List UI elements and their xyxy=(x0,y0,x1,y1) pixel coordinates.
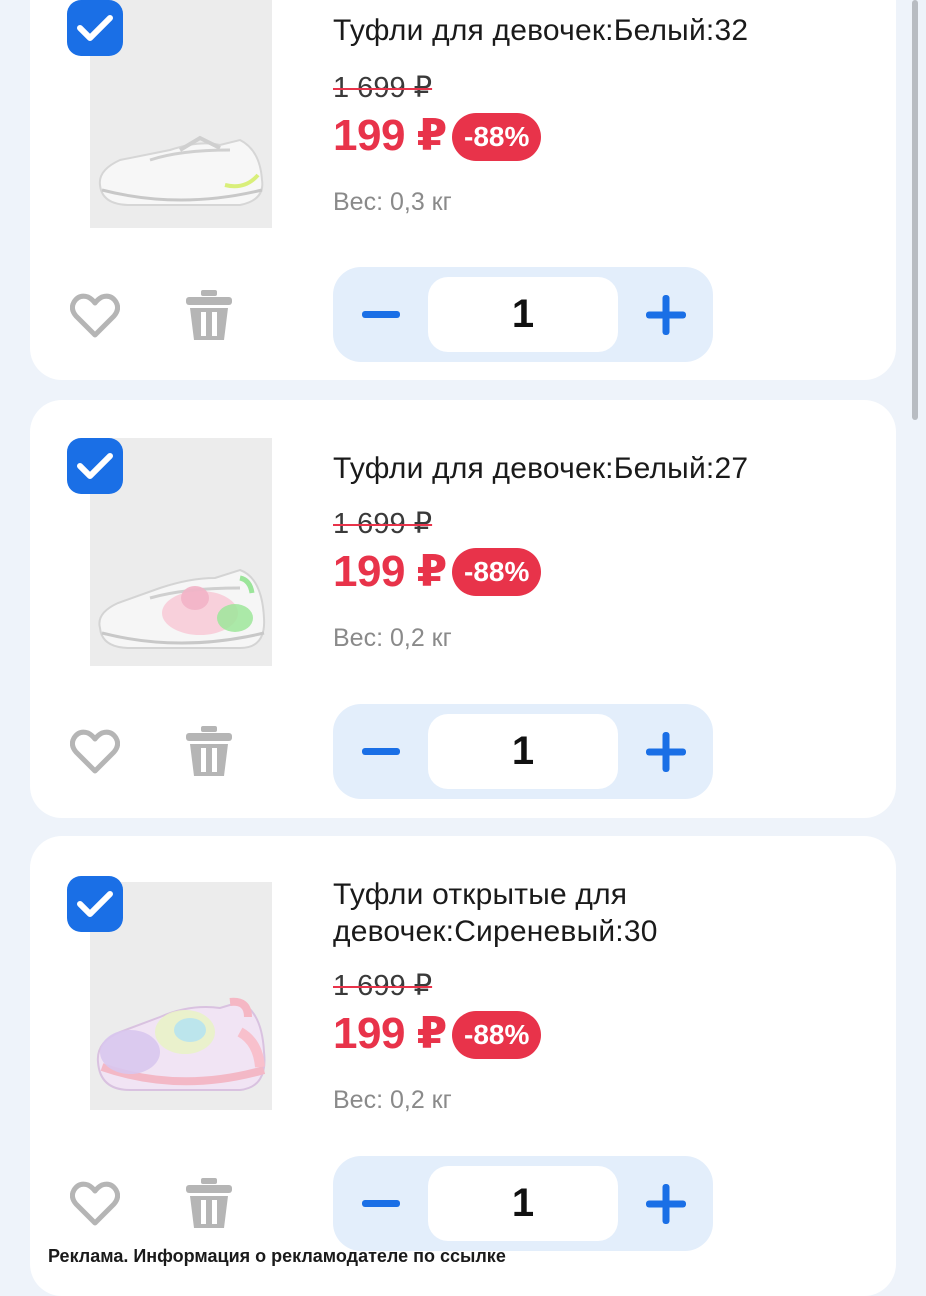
decrease-button[interactable] xyxy=(333,704,428,799)
minus-icon xyxy=(361,310,400,318)
weight-label: Вес: 0,2 кг xyxy=(333,1086,452,1114)
heart-icon xyxy=(69,729,121,774)
plus-icon xyxy=(645,731,686,772)
quantity-stepper: 1 xyxy=(333,267,713,362)
discount-badge: -88% xyxy=(452,113,542,161)
old-price: 1 699 ₽ xyxy=(333,970,433,1002)
delete-button[interactable] xyxy=(184,726,234,778)
favorite-button[interactable] xyxy=(69,729,121,775)
current-price: 199 ₽ xyxy=(333,111,447,160)
select-checkbox[interactable] xyxy=(67,0,123,56)
heart-icon xyxy=(69,293,121,338)
increase-button[interactable] xyxy=(618,704,713,799)
quantity-value[interactable]: 1 xyxy=(428,714,618,789)
increase-button[interactable] xyxy=(618,267,713,362)
trash-icon xyxy=(186,290,232,340)
current-price: 199 ₽ xyxy=(333,1009,447,1058)
discount-badge: -88% xyxy=(452,1011,542,1059)
current-price: 199 ₽ xyxy=(333,547,447,596)
discount-badge: -88% xyxy=(452,548,542,596)
cart-item-card: Туфли открытые для девочек:Сиреневый:30 … xyxy=(30,836,896,1296)
minus-icon xyxy=(361,1199,400,1207)
check-icon xyxy=(77,453,113,479)
delete-button[interactable] xyxy=(184,290,234,342)
plus-icon xyxy=(645,294,686,335)
cart-item-card: Туфли для девочек:Белый:32 1 699 ₽ 199 ₽… xyxy=(30,0,896,380)
increase-button[interactable] xyxy=(618,1156,713,1251)
weight-label: Вес: 0,3 кг xyxy=(333,188,452,216)
product-title[interactable]: Туфли для девочек:Белый:27 xyxy=(333,450,873,487)
plus-icon xyxy=(645,1183,686,1224)
select-checkbox[interactable] xyxy=(67,438,123,494)
favorite-button[interactable] xyxy=(69,293,121,339)
ad-notice[interactable]: Реклама. Информация о рекламодателе по с… xyxy=(48,1246,506,1267)
decrease-button[interactable] xyxy=(333,267,428,362)
product-title[interactable]: Туфли для девочек:Белый:32 xyxy=(333,12,873,49)
trash-icon xyxy=(186,726,232,776)
quantity-value[interactable]: 1 xyxy=(428,277,618,352)
cart-item-card: Туфли для девочек:Белый:27 1 699 ₽ 199 ₽… xyxy=(30,400,896,818)
heart-icon xyxy=(69,1181,121,1226)
old-price: 1 699 ₽ xyxy=(333,72,433,104)
weight-label: Вес: 0,2 кг xyxy=(333,624,452,652)
old-price: 1 699 ₽ xyxy=(333,508,433,540)
quantity-stepper: 1 xyxy=(333,1156,713,1251)
check-icon xyxy=(77,15,113,41)
scrollbar[interactable] xyxy=(912,0,918,420)
quantity-value[interactable]: 1 xyxy=(428,1166,618,1241)
quantity-stepper: 1 xyxy=(333,704,713,799)
delete-button[interactable] xyxy=(184,1178,234,1230)
minus-icon xyxy=(361,747,400,755)
select-checkbox[interactable] xyxy=(67,876,123,932)
decrease-button[interactable] xyxy=(333,1156,428,1251)
product-title[interactable]: Туфли открытые для девочек:Сиреневый:30 xyxy=(333,876,663,950)
favorite-button[interactable] xyxy=(69,1181,121,1227)
check-icon xyxy=(77,891,113,917)
trash-icon xyxy=(186,1178,232,1228)
